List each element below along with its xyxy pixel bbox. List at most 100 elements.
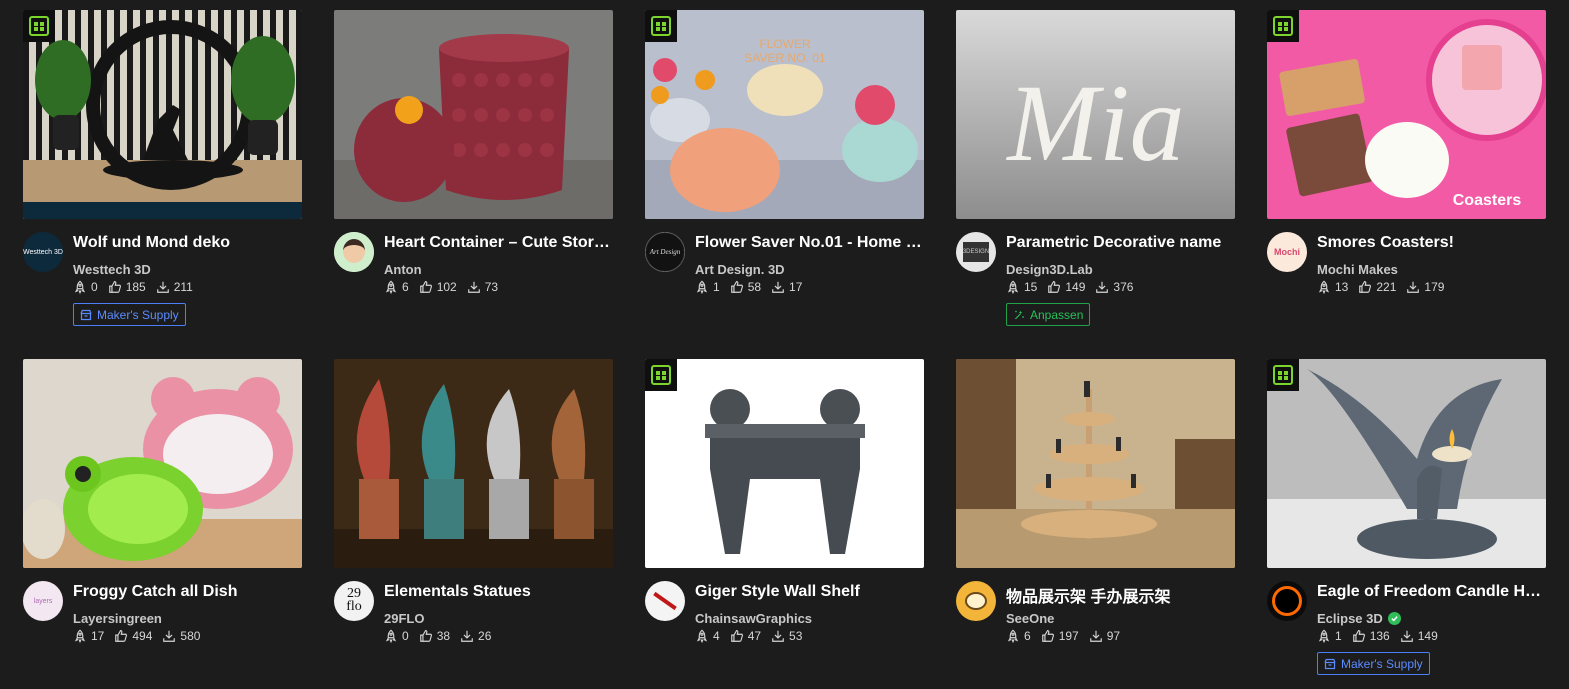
author-name[interactable]: Anton (384, 262, 422, 277)
avatar[interactable]: Art Design (645, 232, 685, 272)
download-stat[interactable]: 179 (1406, 280, 1444, 294)
model-title[interactable]: Heart Container – Cute Storage Box (384, 234, 613, 252)
author-name[interactable]: 29FLO (384, 611, 424, 626)
author-name[interactable]: ChainsawGraphics (695, 611, 812, 626)
model-card[interactable]: Eagle of Freedom Candle Holder Eclipse 3… (1267, 359, 1546, 689)
download-stat[interactable]: 211 (156, 280, 193, 294)
model-title[interactable]: Eagle of Freedom Candle Holder (1317, 583, 1546, 601)
like-count: 136 (1369, 629, 1390, 643)
author-label: Westtech 3D (73, 262, 151, 277)
model-thumbnail[interactable]: FLOWER SAVER NO. 01 (645, 10, 924, 219)
download-stat[interactable]: 376 (1095, 280, 1133, 294)
author-name[interactable]: SeeOne (1006, 611, 1054, 626)
model-thumbnail[interactable] (23, 359, 302, 568)
like-stat[interactable]: 136 (1352, 629, 1390, 643)
download-icon (1089, 629, 1107, 643)
model-card[interactable]: 物品展示架 手办展示架 SeeOne 6 197 97 (956, 359, 1235, 689)
avatar[interactable] (645, 581, 685, 621)
model-thumbnail[interactable] (1267, 359, 1546, 568)
like-stat[interactable]: 47 (730, 629, 761, 643)
download-stat[interactable]: 149 (1400, 629, 1438, 643)
author-name[interactable]: Layersingreen (73, 611, 162, 626)
avatar[interactable]: Mochi (1267, 232, 1307, 272)
model-title[interactable]: Elementals Statues (384, 583, 613, 601)
model-stats: 15 149 376 (1006, 280, 1143, 294)
model-thumbnail[interactable]: Mia (956, 10, 1235, 219)
download-count: 53 (789, 629, 803, 643)
boost-icon (73, 629, 91, 643)
like-icon (730, 629, 748, 643)
model-card[interactable]: Mia 3DESIGN Parametric Decorative name D… (956, 10, 1235, 359)
model-title[interactable]: Froggy Catch all Dish (73, 583, 302, 601)
model-title[interactable]: Flower Saver No.01 - Home Decor (695, 234, 924, 252)
avatar[interactable] (334, 232, 374, 272)
author-name[interactable]: Art Design. 3D (695, 262, 785, 277)
model-card[interactable]: FLOWER SAVER NO. 01 Art Design Flower Sa… (645, 10, 924, 359)
author-name[interactable]: Design3D.Lab (1006, 262, 1093, 277)
like-stat[interactable]: 197 (1041, 629, 1079, 643)
download-stat[interactable]: 17 (771, 280, 802, 294)
model-stats: 6 102 73 (384, 280, 508, 294)
like-count: 221 (1376, 280, 1397, 294)
download-icon (460, 629, 478, 643)
model-card[interactable]: Westtech 3D Wolf und Mond deko Westtech … (23, 10, 302, 359)
model-thumbnail[interactable] (334, 359, 613, 568)
model-meta: Giger Style Wall Shelf ChainsawGraphics … (645, 568, 924, 688)
like-stat[interactable]: 149 (1047, 280, 1085, 294)
model-card[interactable]: Giger Style Wall Shelf ChainsawGraphics … (645, 359, 924, 689)
makers-supply-tag[interactable]: Maker's Supply (1317, 652, 1430, 675)
author-name[interactable]: Eclipse 3D (1317, 611, 1401, 626)
avatar[interactable] (956, 581, 996, 621)
model-thumbnail[interactable] (23, 10, 302, 219)
like-icon (114, 629, 132, 643)
model-title[interactable]: Parametric Decorative name (1006, 234, 1235, 252)
model-card[interactable]: Heart Container – Cute Storage Box Anton… (334, 10, 613, 359)
author-name[interactable]: Mochi Makes (1317, 262, 1398, 277)
model-meta: 3DESIGN Parametric Decorative name Desig… (956, 219, 1235, 339)
model-card[interactable]: 29 flo Elementals Statues 29FLO 0 38 26 (334, 359, 613, 689)
like-count: 149 (1065, 280, 1086, 294)
avatar[interactable]: 29 flo (334, 581, 374, 621)
download-stat[interactable]: 53 (771, 629, 802, 643)
model-stats: 1 136 149 (1317, 629, 1448, 643)
avatar[interactable]: 3DESIGN (956, 232, 996, 272)
model-card[interactable]: layers Froggy Catch all Dish Layersingre… (23, 359, 302, 689)
model-title[interactable]: Wolf und Mond deko (73, 234, 302, 252)
model-title[interactable]: Smores Coasters! (1317, 234, 1546, 252)
like-stat[interactable]: 102 (419, 280, 457, 294)
download-stat[interactable]: 580 (162, 629, 200, 643)
author-label: Mochi Makes (1317, 262, 1398, 277)
author-name[interactable]: Westtech 3D (73, 262, 151, 277)
model-meta: Eagle of Freedom Candle Holder Eclipse 3… (1267, 568, 1546, 688)
model-thumbnail[interactable] (645, 359, 924, 568)
model-thumbnail[interactable] (334, 10, 613, 219)
download-count: 580 (180, 629, 201, 643)
model-stats: 4 47 53 (695, 629, 812, 643)
download-stat[interactable]: 97 (1089, 629, 1120, 643)
like-stat[interactable]: 494 (114, 629, 152, 643)
download-stat[interactable]: 73 (467, 280, 498, 294)
avatar[interactable] (1267, 581, 1307, 621)
like-icon (1352, 629, 1370, 643)
svg-text:SAVER NO. 01: SAVER NO. 01 (744, 51, 825, 65)
like-stat[interactable]: 58 (730, 280, 761, 294)
model-thumbnail[interactable]: Coasters (1267, 10, 1546, 219)
download-stat[interactable]: 26 (460, 629, 491, 643)
model-meta: 29 flo Elementals Statues 29FLO 0 38 26 (334, 568, 613, 688)
model-title[interactable]: 物品展示架 手办展示架 (1006, 583, 1235, 607)
model-card[interactable]: Coasters Mochi Smores Coasters! Mochi Ma… (1267, 10, 1546, 359)
customize-tag[interactable]: Anpassen (1006, 303, 1091, 326)
verified-icon (1387, 612, 1401, 625)
avatar[interactable]: Westtech 3D (23, 232, 63, 272)
avatar[interactable]: layers (23, 581, 63, 621)
like-stat[interactable]: 185 (108, 280, 146, 294)
makers-supply-tag[interactable]: Maker's Supply (73, 303, 186, 326)
like-stat[interactable]: 221 (1358, 280, 1396, 294)
model-title[interactable]: Giger Style Wall Shelf (695, 583, 924, 601)
download-count: 26 (478, 629, 492, 643)
svg-text:Coasters: Coasters (1453, 192, 1522, 209)
like-stat[interactable]: 38 (419, 629, 450, 643)
download-icon (1400, 629, 1418, 643)
model-thumbnail[interactable] (956, 359, 1235, 568)
like-count: 185 (125, 280, 146, 294)
